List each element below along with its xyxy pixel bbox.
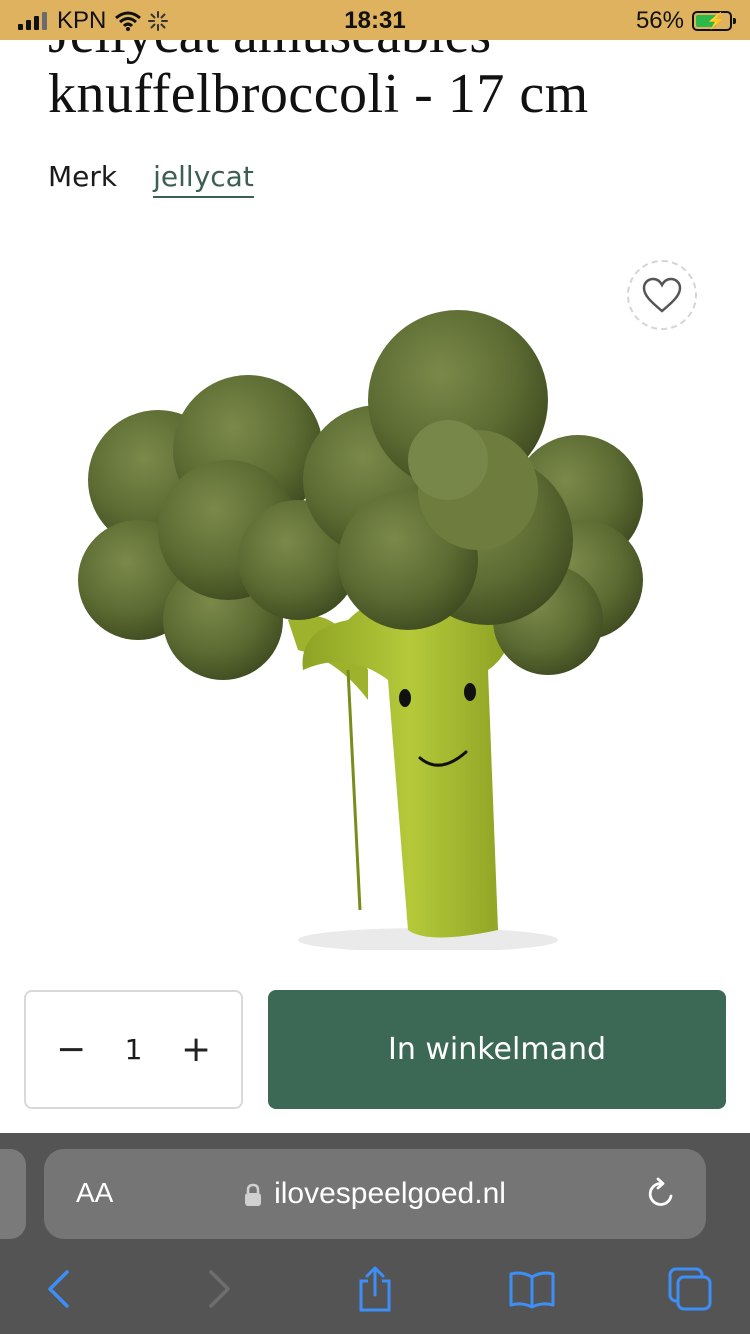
add-to-cart-button[interactable]: In winkelmand [268, 990, 726, 1109]
wishlist-button[interactable] [627, 260, 697, 330]
status-bar: KPN 18:31 56% ⚡ [0, 0, 750, 40]
increase-quantity-button[interactable]: + [181, 1029, 211, 1070]
product-title: knuffelbroccoli - 17 cm [48, 63, 589, 125]
product-image [78, 310, 643, 950]
quantity-value[interactable]: 1 [125, 1033, 143, 1066]
bookmarks-icon [509, 1271, 555, 1309]
url-text: ilovespeelgoed.nl [274, 1177, 506, 1210]
brand-row: Merk jellycat [48, 160, 254, 198]
reload-icon[interactable] [644, 1177, 678, 1211]
brand-link[interactable]: jellycat [153, 160, 254, 198]
tabs-button[interactable] [666, 1265, 714, 1313]
browser-toolbar [0, 1243, 750, 1334]
heart-icon [642, 277, 682, 313]
forward-button[interactable] [196, 1265, 244, 1313]
previous-tab-stub[interactable] [0, 1149, 26, 1239]
browser-address-area: AA ilovespeelgoed.nl [0, 1133, 750, 1243]
product-page: Jellycat amuseables knuffelbroccoli - 17… [0, 40, 750, 1133]
back-icon [48, 1270, 69, 1308]
url-display[interactable]: ilovespeelgoed.nl [44, 1177, 706, 1211]
bookmarks-button[interactable] [508, 1265, 556, 1313]
brand-label: Merk [48, 160, 118, 193]
quantity-stepper: − 1 + [24, 990, 243, 1109]
back-button[interactable] [34, 1265, 82, 1313]
battery-icon: ⚡ [692, 11, 736, 31]
battery-percent: 56% [635, 7, 684, 34]
status-right: 56% ⚡ [635, 7, 736, 35]
address-bar[interactable]: AA ilovespeelgoed.nl [44, 1149, 706, 1239]
share-button[interactable] [351, 1265, 399, 1313]
share-icon [359, 1266, 391, 1312]
tabs-icon [668, 1267, 712, 1311]
decrease-quantity-button[interactable]: − [56, 1029, 86, 1070]
forward-icon [209, 1270, 230, 1308]
lock-icon [245, 1183, 262, 1207]
